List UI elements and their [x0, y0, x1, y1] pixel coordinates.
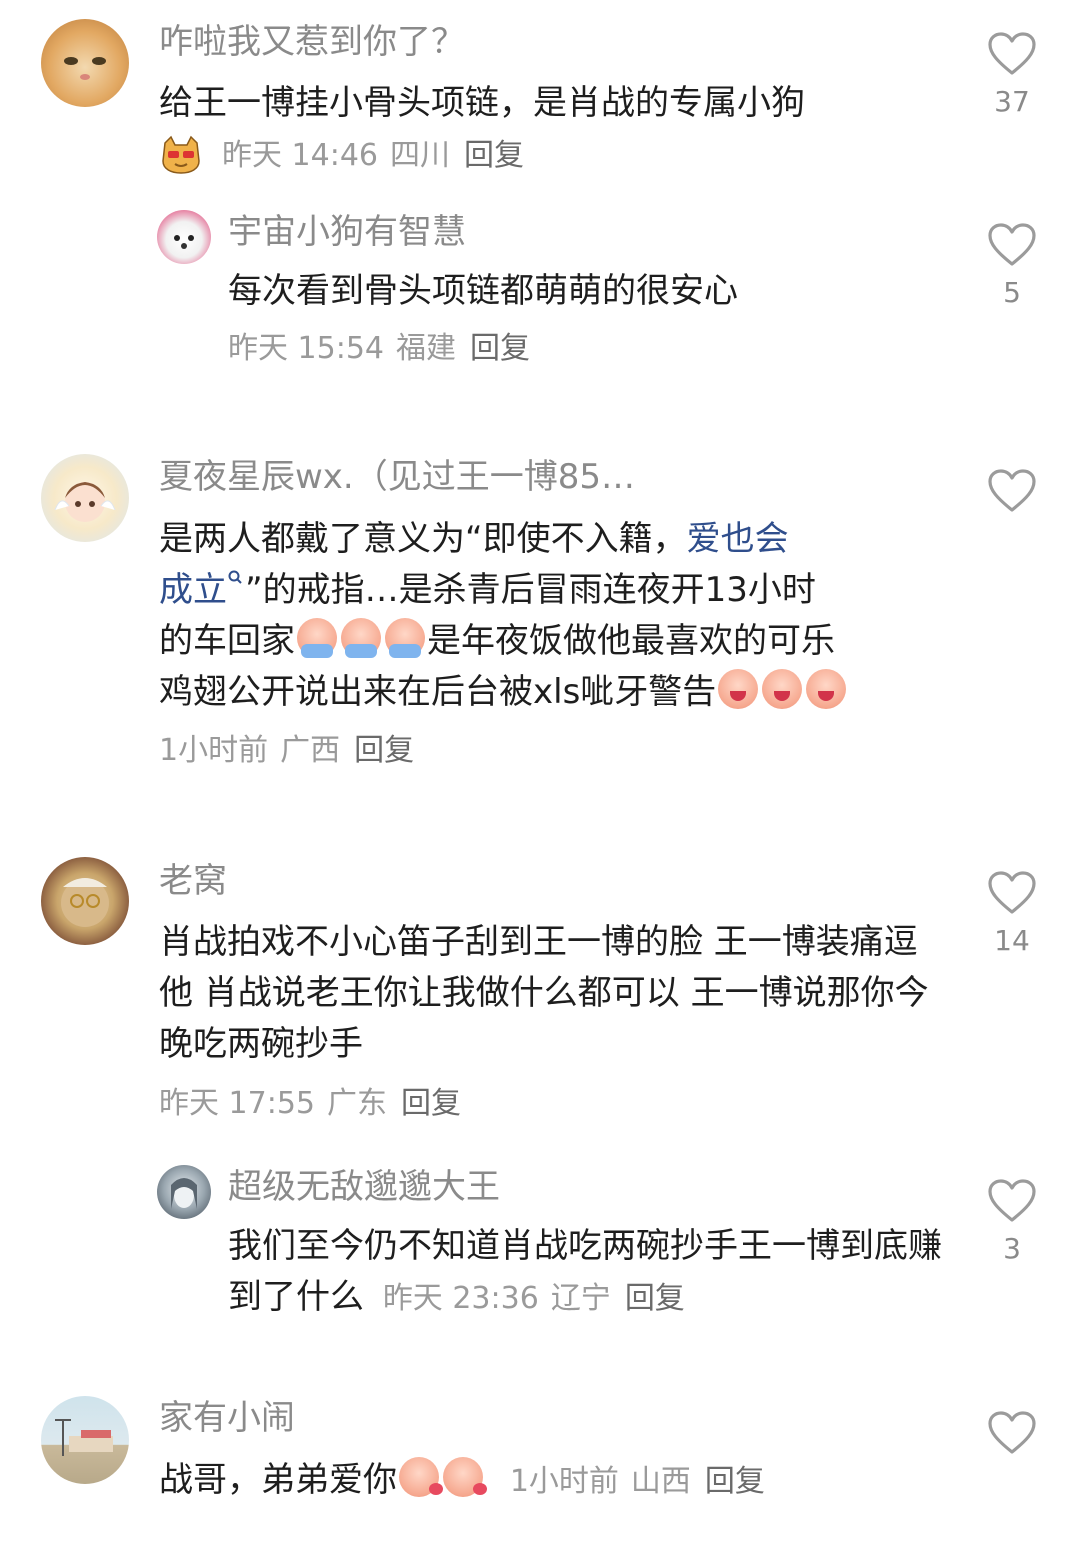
comment-time: 1小时前 [159, 733, 269, 768]
like-count: 5 [1003, 276, 1021, 309]
comment-location: 广东 [327, 1086, 387, 1121]
comment-location: 四川 [390, 138, 450, 173]
search-link[interactable]: 爱也会 [687, 519, 789, 559]
comment-item: 咋啦我又惹到你了？ 给王一博挂小骨头项链，是肖战的专属小狗 昨天 14:46 四川… [0, 0, 1080, 380]
comment-text-part: 是年夜饭做他最喜欢的可乐 [427, 621, 835, 661]
comment-text: 战哥，弟弟爱你 1小时前 山西 回复 [159, 1455, 949, 1506]
like-count: 14 [994, 924, 1030, 957]
reply-meta: 昨天 23:36 辽宁 回复 [383, 1281, 685, 1316]
emoji-cry-icon [341, 618, 381, 658]
comment-time: 昨天 17:55 [159, 1086, 315, 1121]
comment-time: 昨天 14:46 [222, 138, 378, 173]
avatar[interactable] [41, 19, 129, 107]
reply-button[interactable]: 回复 [464, 138, 524, 173]
comment-meta: 1小时前 山西 回复 [510, 1464, 765, 1499]
reply-button[interactable]: 回复 [470, 331, 530, 366]
comment-text-part: 鸡翅公开说出来在后台被xls呲牙警告 [159, 672, 717, 712]
comment-location: 广西 [280, 733, 341, 768]
cat-face-icon [64, 57, 106, 80]
comment-text: 肖战拍戏不小心笛子刮到王一博的脸 王一博装痛逗他 肖战说老王你让我做什么都可以 … [159, 922, 929, 1064]
comment-meta: 昨天 14:46 四川 回复 [222, 138, 524, 174]
reply-button[interactable]: 回复 [401, 1086, 461, 1121]
comment-author[interactable]: 家有小闹 [159, 1398, 295, 1438]
reply-button[interactable]: 回复 [625, 1281, 685, 1316]
search-icon[interactable] [227, 569, 245, 589]
emoji-kiss-icon [399, 1457, 443, 1497]
comment-text: 给王一博挂小骨头项链，是肖战的专属小狗 [159, 83, 805, 123]
like-button[interactable] [984, 468, 1040, 514]
like-button[interactable]: 14 [984, 870, 1040, 958]
reply-location: 辽宁 [550, 1281, 611, 1316]
comment-author[interactable]: 咋啦我又惹到你了？ [159, 22, 465, 62]
reply-button[interactable]: 回复 [705, 1464, 765, 1499]
like-count: 37 [994, 85, 1030, 118]
avatar[interactable] [157, 210, 211, 264]
emoji-laugh-icon [718, 669, 759, 709]
reply-meta: 昨天 15:54 福建 回复 [228, 331, 530, 367]
comment-item: 夏夜星辰wx.（见过王一博85… 是两人都戴了意义为“即使不入籍，爱也会 成立 ”… [0, 440, 1080, 800]
search-link-cont[interactable]: 成立 [159, 570, 227, 610]
avatar[interactable] [41, 1396, 129, 1484]
anime-avatar-icon [171, 1178, 197, 1209]
emoji-laugh-icon [806, 669, 847, 709]
emoji-cry-icon [385, 618, 425, 658]
reply-location: 福建 [396, 331, 456, 366]
comment-text-part: ”的戒指…是杀青后冒雨连夜开13小时 [245, 570, 816, 610]
comment-item: 家有小闹 战哥，弟弟爱你 1小时前 山西 回复 [0, 1393, 1080, 1553]
emoji-kiss-icon [443, 1457, 487, 1497]
building-avatar-icon [55, 1419, 113, 1456]
comment-meta: 昨天 17:55 广东 回复 [159, 1086, 461, 1122]
heart-outline-icon [987, 31, 1037, 77]
reply-author[interactable]: 宇宙小狗有智慧 [228, 212, 466, 252]
comment-item: 老窝 肖战拍戏不小心笛子刮到王一博的脸 王一博装痛逗他 肖战说老王你让我做什么都… [0, 855, 1080, 1335]
reply-button[interactable]: 回复 [354, 733, 414, 768]
anime-avatar-icon [54, 482, 116, 522]
heart-outline-icon [987, 222, 1037, 268]
heart-outline-icon [987, 468, 1037, 514]
comment-author[interactable]: 夏夜星辰wx.（见过王一博85… [159, 457, 635, 497]
comment-time: 1小时前 [509, 1464, 619, 1499]
avatar[interactable] [41, 454, 129, 542]
like-button[interactable] [984, 1410, 1040, 1456]
avatar[interactable] [157, 1165, 211, 1219]
reply-author[interactable]: 超级无敌邈邈大王 [228, 1167, 500, 1207]
heart-outline-icon [987, 1178, 1037, 1224]
dog-badge-icon [162, 135, 200, 174]
comment-text-part: 战哥，弟弟爱你 [159, 1460, 397, 1500]
heart-outline-icon [987, 870, 1037, 916]
dog-face-icon [174, 235, 194, 249]
comment-location: 山西 [630, 1464, 691, 1499]
reply-text: 我们至今仍不知道肖战吃两碗抄手王一博到底赚到了什么 昨天 23:36 辽宁 回复 [228, 1221, 948, 1323]
comment-author[interactable]: 老窝 [159, 861, 227, 901]
emoji-cry-icon [297, 618, 337, 658]
emoji-laugh-icon [762, 669, 803, 709]
like-count: 3 [1003, 1232, 1021, 1265]
comment-meta: 1小时前 广西 回复 [159, 733, 414, 769]
reply-text: 每次看到骨头项链都萌萌的很安心 [228, 271, 738, 311]
like-button[interactable]: 5 [984, 222, 1040, 310]
heart-outline-icon [987, 1410, 1037, 1456]
comment-text: 是两人都戴了意义为“即使不入籍，爱也会 成立 ”的戒指…是杀青后冒雨连夜开13小时… [159, 514, 959, 718]
plush-avatar-icon [61, 878, 109, 927]
comment-text-part: 是两人都戴了意义为“即使不入籍， [159, 519, 687, 559]
comment-text-part: 的车回家 [159, 621, 295, 661]
like-button[interactable]: 37 [984, 31, 1040, 119]
like-button[interactable]: 3 [984, 1178, 1040, 1266]
reply-time: 昨天 15:54 [228, 331, 384, 366]
avatar[interactable] [41, 857, 129, 945]
reply-time: 昨天 23:36 [382, 1281, 539, 1316]
